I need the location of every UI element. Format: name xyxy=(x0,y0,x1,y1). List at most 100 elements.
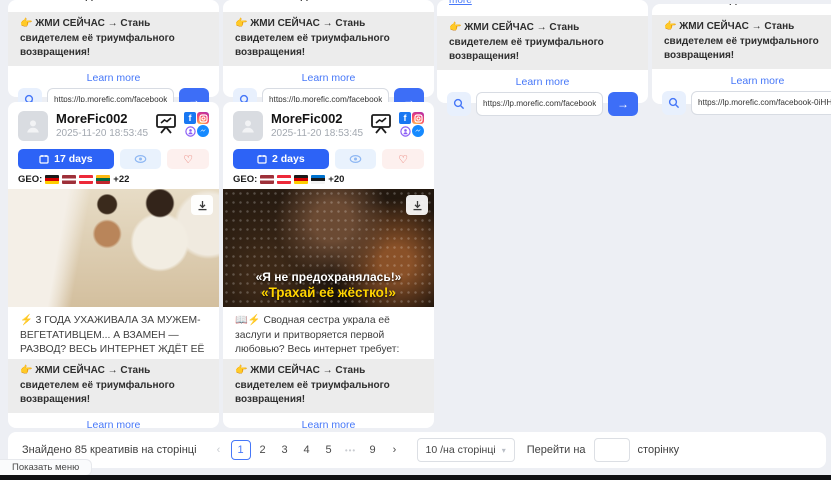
goto-page-input[interactable] xyxy=(594,438,630,462)
advertiser-identity: MoreFic002 2025-11-20 18:53:45 xyxy=(271,111,369,141)
analytics-board-icon[interactable] xyxy=(369,112,393,141)
page-size-select[interactable]: 10 /на сторінці ▾ xyxy=(417,438,515,462)
download-icon xyxy=(197,200,208,211)
download-icon xyxy=(412,200,423,211)
geo-label: GEO: xyxy=(233,174,257,185)
heart-icon: ♡ xyxy=(398,153,408,166)
download-image-button[interactable] xyxy=(406,195,428,215)
learn-more-link[interactable]: Learn more xyxy=(87,72,141,84)
creative-card-top-1: ИНТЕРНЕТ ЖДЁТ ЕЁ СМЕР... 👉 ЖМИ СЕЙЧАС → … xyxy=(8,0,219,97)
flag-estonia-icon xyxy=(311,175,325,184)
flag-latvia-icon xyxy=(62,175,76,184)
creative-card-main-1: MoreFic002 2025-11-20 18:53:45 f 17 days… xyxy=(8,102,219,428)
open-url-button[interactable]: → xyxy=(608,92,638,116)
landing-url-row: → xyxy=(437,92,648,116)
flag-austria-icon xyxy=(79,175,93,184)
goto-page-suffix: сторінку xyxy=(638,444,680,456)
overlay-line-1: «Я не предохранялась!» xyxy=(223,270,434,284)
page-button-9[interactable]: 9 xyxy=(363,440,383,460)
show-menu-button[interactable]: Показать меню xyxy=(0,459,92,476)
results-count-text: Знайдено 85 креативів на сторінці xyxy=(22,444,197,456)
eye-icon xyxy=(134,154,147,164)
search-icon[interactable] xyxy=(447,92,471,116)
creative-card-top-2: ИНТЕРНЕТ ЖДЁТ ЕЁ СМЕР... 👉 ЖМИ СЕЙЧАС → … xyxy=(223,0,434,97)
search-icon[interactable] xyxy=(662,91,686,115)
avatar xyxy=(18,111,48,141)
analytics-board-icon[interactable] xyxy=(154,112,178,141)
learn-more-link[interactable]: Learn more xyxy=(87,419,141,431)
page-size-value: 10 /на сторінці xyxy=(426,444,496,456)
page-button-2[interactable]: 2 xyxy=(253,440,273,460)
pages-ellipsis[interactable]: ••• xyxy=(341,440,361,460)
clipped-body-text: ИНТЕРНЕТ ЖДЁТ ЕЁ СМЕР... more xyxy=(449,0,636,10)
ad-cta-text: 👉 ЖМИ СЕЙЧАС → Стань свидетелем её триум… xyxy=(437,16,648,70)
heart-icon: ♡ xyxy=(183,153,193,166)
calendar-icon xyxy=(257,154,267,164)
learn-more-link[interactable]: Learn more xyxy=(302,419,356,431)
facebook-icon[interactable]: f xyxy=(184,112,196,124)
view-button[interactable] xyxy=(335,149,377,169)
calendar-icon xyxy=(39,154,49,164)
active-days-badge[interactable]: 17 days xyxy=(18,149,114,169)
instagram-icon[interactable] xyxy=(197,112,209,124)
page-button-3[interactable]: 3 xyxy=(275,440,295,460)
pagination-bar: Знайдено 85 креативів на сторінці ‹ 1 2 … xyxy=(8,432,826,468)
landing-url-input[interactable] xyxy=(476,92,603,116)
ad-spy-creatives-page: ИНТЕРНЕТ ЖДЁТ ЕЁ СМЕР... 👉 ЖМИ СЕЙЧАС → … xyxy=(0,0,831,480)
creative-datetime: 2025-11-20 18:53:45 xyxy=(56,128,154,139)
download-image-button[interactable] xyxy=(191,195,213,215)
learn-more-link[interactable]: Learn more xyxy=(302,72,356,84)
chevron-down-icon: ▾ xyxy=(502,446,506,455)
ad-cta-text: 👉 ЖМИ СЕЙЧАС → Стань свидетелем её триум… xyxy=(652,15,831,69)
advertiser-name: MoreFic002 xyxy=(56,111,154,126)
page-button-1[interactable]: 1 xyxy=(231,440,251,460)
creative-datetime: 2025-11-20 18:53:45 xyxy=(271,128,369,139)
geo-label: GEO: xyxy=(18,174,42,185)
audience-network-icon[interactable] xyxy=(399,125,411,137)
messenger-icon[interactable] xyxy=(412,125,424,137)
prev-page-icon[interactable]: ‹ xyxy=(209,440,229,460)
landing-url-input[interactable] xyxy=(691,91,831,115)
favorite-button[interactable]: ♡ xyxy=(382,149,424,169)
geo-more-count: +20 xyxy=(328,174,344,185)
landing-url-row xyxy=(652,91,831,115)
eye-icon xyxy=(349,154,362,164)
active-days-badge[interactable]: 2 days xyxy=(233,149,329,169)
page-button-4[interactable]: 4 xyxy=(297,440,317,460)
ad-body-text: 📖⚡ Сводная сестра украла её заслуги и пр… xyxy=(223,307,434,357)
creative-image-rain-glass[interactable]: «Я не предохранялась!» «Трахай её жёстко… xyxy=(223,189,434,307)
card-actions-row: 2 days ♡ xyxy=(223,149,434,169)
audience-network-icon[interactable] xyxy=(184,125,196,137)
flag-germany-icon xyxy=(294,175,308,184)
arrow-right-icon: → xyxy=(617,97,629,111)
card-header: MoreFic002 2025-11-20 18:53:45 f xyxy=(8,102,219,141)
page-button-5[interactable]: 5 xyxy=(319,440,339,460)
avatar xyxy=(233,111,263,141)
geo-more-count: +22 xyxy=(113,174,129,185)
goto-page-label: Перейти на xyxy=(527,444,586,456)
flag-lithuania-icon xyxy=(96,175,110,184)
learn-more-link[interactable]: Learn more xyxy=(516,76,570,88)
ad-cta-text: 👉 ЖМИ СЕЙЧАС → Стань свидетелем её триум… xyxy=(223,12,434,66)
favorite-button[interactable]: ♡ xyxy=(167,149,209,169)
facebook-icon[interactable]: f xyxy=(399,112,411,124)
instagram-icon[interactable] xyxy=(412,112,424,124)
overlay-line-2: «Трахай её жёстко!» xyxy=(223,285,434,300)
flag-austria-icon xyxy=(277,175,291,184)
creative-card-main-2: MoreFic002 2025-11-20 18:53:45 f 2 days … xyxy=(223,102,434,428)
creative-card-top-3: ИНТЕРНЕТ ЖДЁТ ЕЁ СМЕР... more 👉 ЖМИ СЕЙЧ… xyxy=(437,0,648,103)
flag-germany-icon xyxy=(45,175,59,184)
ad-cta-text: 👉 ЖМИ СЕЙЧАС → Стань свидетелем её триум… xyxy=(223,359,434,413)
view-button[interactable] xyxy=(120,149,162,169)
messenger-icon[interactable] xyxy=(197,125,209,137)
creative-image-wedding[interactable] xyxy=(8,189,219,307)
taskbar-strip xyxy=(0,475,831,480)
ad-cta-text: 👉 ЖМИ СЕЙЧАС → Стань свидетелем её триум… xyxy=(8,359,219,413)
ad-cta-text: 👉 ЖМИ СЕЙЧАС → Стань свидетелем её триум… xyxy=(8,12,219,66)
learn-more-link[interactable]: Learn more xyxy=(731,75,785,87)
geo-row: GEO: +22 xyxy=(8,169,219,189)
next-page-icon[interactable]: › xyxy=(385,440,405,460)
advertiser-identity: MoreFic002 2025-11-20 18:53:45 xyxy=(56,111,154,141)
clipped-body-text: ИНТЕРНЕТ ЖДЁТ ЕЁ СМЕР... xyxy=(235,0,422,4)
advertiser-name: MoreFic002 xyxy=(271,111,369,126)
